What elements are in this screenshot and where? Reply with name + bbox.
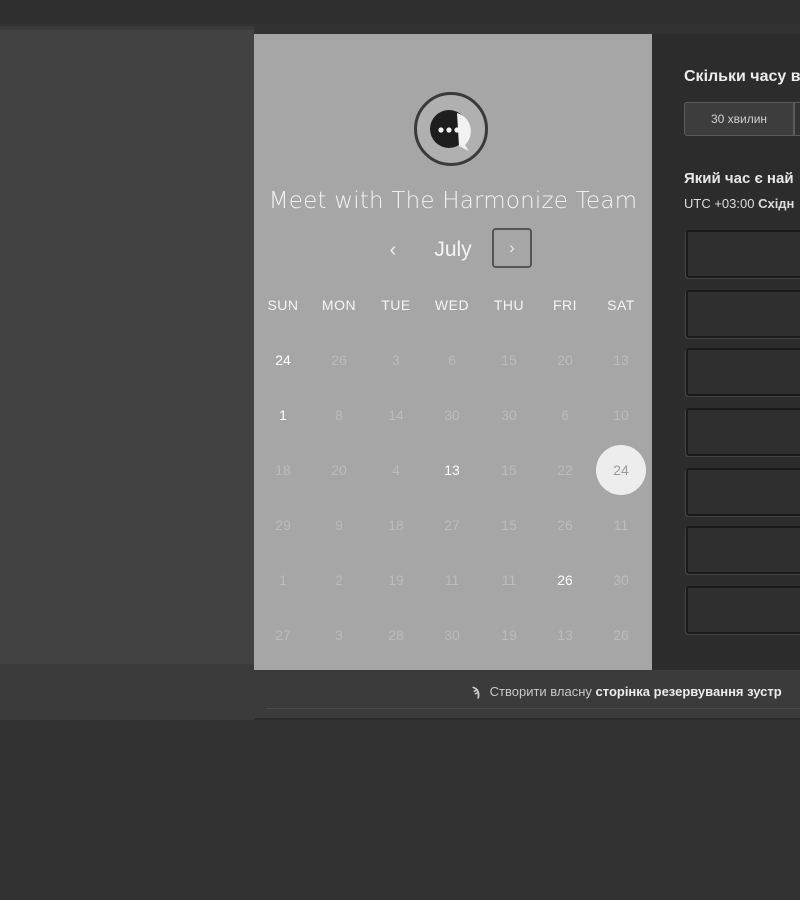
avatar bbox=[414, 92, 488, 166]
duration-option-button-2[interactable] bbox=[794, 102, 800, 136]
calendar-day[interactable]: 9 bbox=[314, 500, 364, 550]
time-slot[interactable] bbox=[686, 230, 800, 278]
chat-bubble-icon bbox=[430, 110, 471, 151]
time-slot[interactable] bbox=[686, 290, 800, 338]
weekday-label-sat: SAT bbox=[607, 297, 635, 313]
time-slot[interactable] bbox=[686, 408, 800, 456]
calendar-day[interactable]: 11 bbox=[427, 555, 477, 605]
calendar-day[interactable]: 3 bbox=[371, 335, 421, 385]
calendar-day[interactable]: 27 bbox=[427, 500, 477, 550]
calendar-day[interactable]: 30 bbox=[427, 390, 477, 440]
calendar-panel: Meet with The Harmonize Team ‹ July › SU… bbox=[254, 34, 652, 670]
calendar-day[interactable]: 26 bbox=[540, 500, 590, 550]
calendar-day[interactable]: 14 bbox=[371, 390, 421, 440]
calendar-day[interactable]: 2 bbox=[314, 555, 364, 605]
time-slot[interactable] bbox=[686, 586, 800, 634]
calendar-day[interactable]: 13 bbox=[427, 445, 477, 495]
duration-option-button[interactable]: 30 хвилин bbox=[684, 102, 794, 136]
weekday-label-sun: SUN bbox=[267, 297, 299, 313]
calendar-day[interactable]: 30 bbox=[427, 610, 477, 660]
calendar-day[interactable]: 8 bbox=[314, 390, 364, 440]
calendar-day[interactable]: 27 bbox=[258, 610, 308, 660]
calendar-day[interactable]: 6 bbox=[427, 335, 477, 385]
weekday-label-wed: WED bbox=[434, 297, 470, 313]
footer-link[interactable]: сторінка резервування зустр bbox=[596, 684, 782, 699]
calendar-day[interactable]: 28 bbox=[371, 610, 421, 660]
calendar-day[interactable]: 11 bbox=[596, 500, 646, 550]
time-slot[interactable] bbox=[686, 468, 800, 516]
chevron-right-icon: › bbox=[509, 238, 515, 257]
calendar-day[interactable]: 20 bbox=[314, 445, 364, 495]
sprocket-icon: ϡ bbox=[472, 684, 480, 699]
page-background bbox=[0, 720, 800, 900]
footer-cta[interactable]: ϡ Створити власну сторінка резервування … bbox=[472, 684, 782, 699]
footer-text-prefix: Створити власну bbox=[489, 684, 592, 699]
calendar-day[interactable]: 11 bbox=[484, 555, 534, 605]
calendar-day[interactable]: 4 bbox=[371, 445, 421, 495]
next-month-button[interactable]: › bbox=[492, 228, 532, 268]
weekday-label-mon: MON bbox=[321, 297, 357, 313]
calendar-day[interactable]: 1 bbox=[258, 390, 308, 440]
weekday-label-tue: TUE bbox=[381, 297, 411, 313]
timezone-offset: UTC +03:00 bbox=[684, 196, 755, 211]
calendar-day[interactable]: 18 bbox=[371, 500, 421, 550]
calendar-day[interactable]: 22 bbox=[540, 445, 590, 495]
calendar-day[interactable]: 26 bbox=[596, 610, 646, 660]
calendar-day[interactable]: 15 bbox=[484, 445, 534, 495]
calendar-day[interactable]: 26 bbox=[314, 335, 364, 385]
calendar-day[interactable]: 30 bbox=[484, 390, 534, 440]
calendar-day[interactable]: 19 bbox=[371, 555, 421, 605]
footer: ϡ Створити власну сторінка резервування … bbox=[254, 670, 800, 720]
page-title: Meet with The Harmonize Team bbox=[268, 188, 638, 214]
chevron-left-icon: ‹ bbox=[389, 239, 397, 261]
weekday-label-thu: THU bbox=[493, 297, 525, 313]
calendar-day[interactable]: 1 bbox=[258, 555, 308, 605]
calendar-day[interactable]: 19 bbox=[484, 610, 534, 660]
time-slot[interactable] bbox=[686, 526, 800, 574]
calendar-day-selected[interactable]: 24 bbox=[596, 445, 646, 495]
calendar-day[interactable]: 24 bbox=[258, 335, 308, 385]
footer-divider bbox=[266, 708, 800, 709]
weekday-label-fri: FRI bbox=[552, 297, 578, 313]
time-slot[interactable] bbox=[686, 348, 800, 396]
prev-month-button[interactable]: ‹ bbox=[380, 236, 406, 264]
weekday-header: SUN MON TUE WED THU FRI SAT bbox=[254, 297, 652, 315]
month-navigation: ‹ July › bbox=[254, 228, 652, 272]
calendar-day[interactable]: 15 bbox=[484, 335, 534, 385]
booking-details-panel: Скільки часу в 30 хвилин Який час є най … bbox=[652, 34, 800, 670]
calendar-day[interactable]: 20 bbox=[540, 335, 590, 385]
duration-heading: Скільки часу в bbox=[684, 68, 800, 85]
time-heading: Який час є най bbox=[684, 170, 794, 187]
calendar-day[interactable]: 13 bbox=[596, 335, 646, 385]
timezone-name: Східн bbox=[758, 196, 795, 211]
calendar-day[interactable]: 30 bbox=[596, 555, 646, 605]
timezone-selector[interactable]: UTC +03:00 Східн bbox=[684, 196, 794, 211]
calendar-day[interactable]: 13 bbox=[540, 610, 590, 660]
calendar-day[interactable]: 3 bbox=[314, 610, 364, 660]
calendar-day[interactable]: 29 bbox=[258, 500, 308, 550]
calendar-day[interactable]: 18 bbox=[258, 445, 308, 495]
calendar-day[interactable]: 15 bbox=[484, 500, 534, 550]
left-backdrop-strip bbox=[0, 664, 254, 720]
calendar-day[interactable]: 6 bbox=[540, 390, 590, 440]
month-label: July bbox=[434, 238, 472, 261]
left-backdrop bbox=[0, 26, 254, 668]
calendar-day[interactable]: 26 bbox=[540, 555, 590, 605]
top-bar bbox=[0, 0, 800, 24]
calendar-day[interactable]: 10 bbox=[596, 390, 646, 440]
